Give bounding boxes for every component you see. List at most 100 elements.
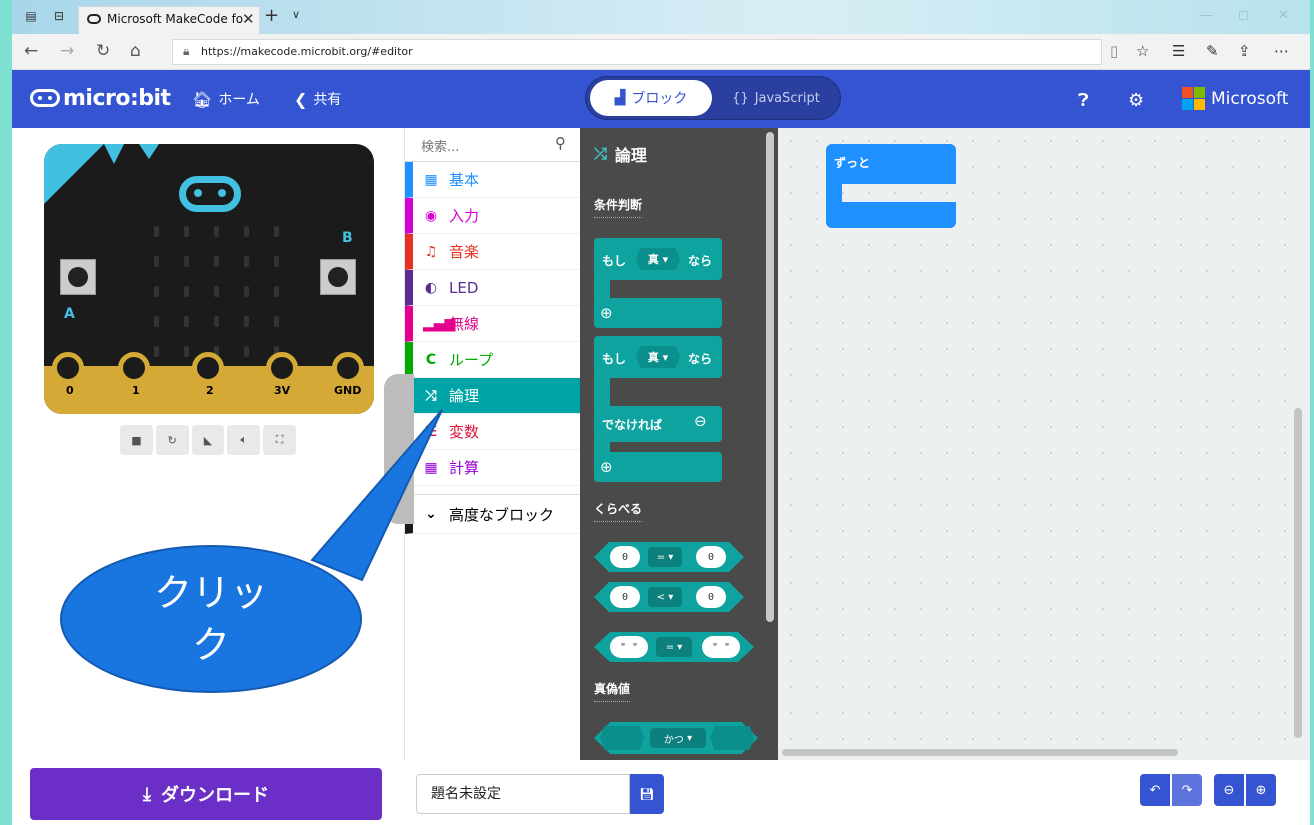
maximize-icon[interactable]: ◻ [1238,8,1249,23]
string-input[interactable]: " " [610,636,648,658]
category-label: 変数 [449,423,480,441]
category-math[interactable]: ▦ 計算 [405,450,581,486]
zoom-out-button[interactable]: ⊖ [1214,774,1244,806]
if-block[interactable]: もし 真 ▾ なら ⊕ [594,238,722,328]
workspace-horizontal-scrollbar[interactable] [782,749,1178,756]
simulator-collapse-handle[interactable] [384,374,414,524]
number-input[interactable]: 0 [696,586,726,608]
category-basic[interactable]: ▦ 基本 [405,162,581,198]
share-icon: ❮ [294,89,308,109]
restart-icon[interactable]: ↻ [155,425,189,455]
blocks-tab[interactable]: ▟ ブロック [590,80,712,116]
category-advanced[interactable]: ⌄ 高度なブロック [405,494,581,534]
string-input[interactable]: " " [702,636,740,658]
block-workspace[interactable]: ずっと [778,128,1310,760]
empty-boolean-slot[interactable] [600,726,644,750]
flyout-scrollbar[interactable] [766,132,774,622]
close-window-icon[interactable]: ✕ [1278,8,1289,23]
microsoft-logo[interactable]: Microsoft [1182,87,1288,110]
forever-block[interactable]: ずっと [826,144,956,228]
section-label: 真偽値 [594,680,631,702]
microsoft-label: Microsoft [1211,88,1289,109]
forward-icon[interactable]: → [60,41,74,61]
category-music[interactable]: ♫ 音楽 [405,234,581,270]
and-label: かつ [663,734,684,746]
category-variables[interactable]: ☰ 変数 [405,414,581,450]
category-loops[interactable]: C ループ [405,342,581,378]
category-led[interactable]: ◐ LED [405,270,581,306]
undo-icon: ↶ [1149,782,1161,798]
category-radio[interactable]: ▂▄▆ 無線 [405,306,581,342]
undo-button[interactable]: ↶ [1140,774,1170,806]
close-tab-icon[interactable]: ✕ [242,10,255,28]
browser-tab[interactable]: Microsoft MakeCode fo ✕ [78,6,260,34]
back-icon[interactable]: ← [24,41,38,61]
category-input[interactable]: ◉ 入力 [405,198,581,234]
pin-gnd[interactable] [332,352,364,384]
led [154,346,159,357]
help-icon[interactable]: ❓︎ [1078,90,1089,111]
pin-2[interactable] [192,352,224,384]
save-button[interactable]: 💾︎ [630,774,664,814]
workspace-vertical-scrollbar[interactable] [1294,408,1302,738]
number-value: 0 [621,591,629,603]
category-logic[interactable]: ⤮ 論理 [405,378,581,414]
number-input[interactable]: 0 [696,546,726,568]
true-dropdown[interactable]: 真 ▾ [636,346,680,368]
list-icon: ☰ [424,423,438,440]
empty-boolean-slot[interactable] [710,726,754,750]
favorites-hub-icon[interactable]: ☰ [1172,42,1185,60]
plus-circle-icon[interactable]: ⊕ [600,458,613,476]
category-label: ループ [449,351,494,369]
plus-circle-icon[interactable]: ⊕ [600,304,613,322]
operator-dropdown[interactable]: = ▾ [656,637,692,657]
settings-gear-icon[interactable]: ⚙ [1128,90,1144,111]
search-input[interactable]: 検索... ⚲ [405,128,581,162]
if-else-block[interactable]: もし 真 ▾ なら でなければ ⊖ ⊕ [594,336,722,482]
button-b[interactable] [320,259,356,295]
forever-label: ずっと [834,156,871,170]
microbit-logo[interactable]: micro:bit [30,82,171,114]
editor-toggle: ▟ ブロック {} JavaScript [585,76,841,120]
tab-menu-chevron-icon[interactable]: ∨ [292,8,300,21]
home-icon[interactable]: ⌂ [130,41,141,61]
project-name-input[interactable]: 題名未設定 [416,774,630,814]
home-button[interactable]: 🏠︎ ホーム [192,89,260,109]
javascript-tab[interactable]: {} JavaScript [716,80,836,116]
number-value: 0 [621,551,629,563]
toggle-icon: ◐ [424,279,438,296]
pen-icon[interactable]: ✎ [1206,42,1219,60]
microbit-favicon-icon [87,14,101,24]
tab-aside-icon[interactable]: ⊟ [52,9,66,23]
button-b-label: B [342,230,353,246]
fullscreen-icon[interactable]: ⛶ [263,425,296,455]
share-icon[interactable]: ⇪ [1238,42,1251,60]
reading-view-icon[interactable]: ▯ [1110,42,1118,60]
number-input[interactable]: 0 [610,586,640,608]
stop-icon[interactable]: ■ [120,425,153,455]
download-button[interactable]: ⤓ ダウンロード [30,768,382,820]
minus-circle-icon[interactable]: ⊖ [694,412,707,430]
operator-dropdown[interactable]: = ▾ [648,547,682,567]
pin-0[interactable] [52,352,84,384]
number-input[interactable]: 0 [610,546,640,568]
more-icon[interactable]: ⋯ [1274,42,1289,60]
minimize-icon[interactable]: — [1200,8,1213,23]
zoom-in-button[interactable]: ⊕ [1246,774,1276,806]
signal-bars-icon: ▂▄▆ [423,315,456,332]
true-dropdown[interactable]: 真 ▾ [636,248,680,270]
mute-icon[interactable]: 🔈︎ [227,425,261,455]
refresh-icon[interactable]: ↻ [96,41,110,61]
new-tab-icon[interactable]: + [264,5,279,26]
redo-button[interactable]: ↷ [1172,774,1202,806]
pin-1[interactable] [118,352,150,384]
url-field[interactable]: 🔒︎ https://makecode.microbit.org/#editor [172,39,1102,65]
share-button[interactable]: ❮ 共有 [294,89,341,109]
button-a[interactable] [60,259,96,295]
pin-3v[interactable] [266,352,298,384]
tab-list-icon[interactable]: ▤ [24,9,38,23]
and-dropdown[interactable]: かつ ▾ [650,728,706,748]
slowmo-icon[interactable]: ◣ [191,425,225,455]
favorite-star-icon[interactable]: ☆ [1136,42,1149,60]
operator-dropdown[interactable]: < ▾ [648,587,682,607]
